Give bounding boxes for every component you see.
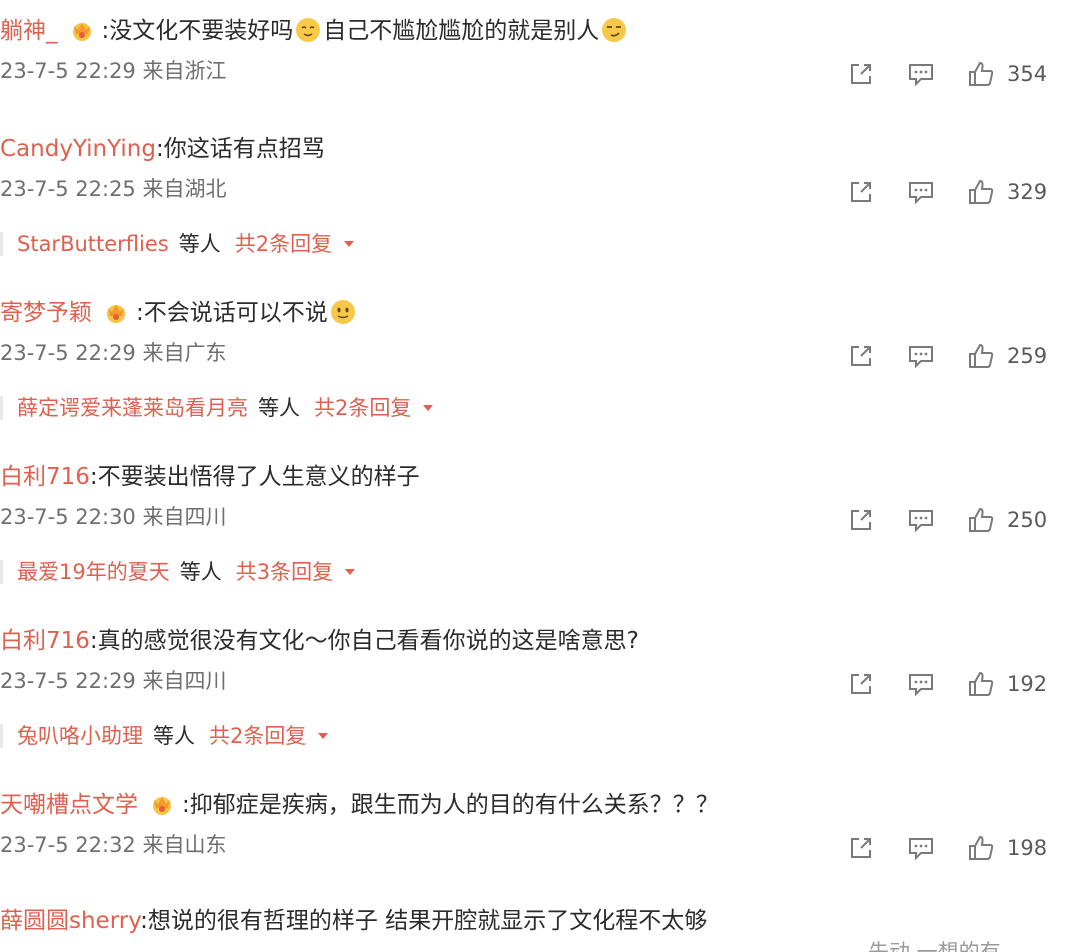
comment-actions: 192 <box>0 670 1080 700</box>
crown-badge-icon <box>153 797 171 815</box>
share-icon[interactable] <box>847 60 875 88</box>
comment-separator: : <box>155 136 164 162</box>
comment-actions: 354 <box>0 60 1080 90</box>
comment-separator: : <box>89 628 98 654</box>
comment-username[interactable]: 天嘲槽点文学 <box>0 792 138 818</box>
sub-replies-link[interactable]: 薛定谔爱来蓬莱岛看月亮 等人 共2条回复 <box>0 394 435 422</box>
reply-etc: 等人 <box>258 396 300 420</box>
share-icon[interactable] <box>847 342 875 370</box>
thumbs-up-icon[interactable] <box>967 506 995 534</box>
crown-badge-icon <box>72 23 91 41</box>
comment-text: 不要装出悟得了人生意义的样子 <box>97 464 420 490</box>
comment-list: 躺神_:没文化不要装好吗 自己不尴尬尴尬的就是别人 23-7-5 22:29 来自… <box>0 0 1080 952</box>
comment-username[interactable]: CandyYinYing <box>0 136 156 162</box>
like-count[interactable]: 198 <box>1007 835 1047 861</box>
comment-separator: : <box>182 792 190 818</box>
comment-content-line: 天嘲槽点文学:抑郁症是疾病，跟生而为人的目的有什么关系？？？ <box>0 790 719 820</box>
share-icon[interactable] <box>847 178 875 206</box>
thumbs-up-icon[interactable] <box>967 60 995 88</box>
comment-text: 你这话有点招骂 <box>163 136 325 162</box>
caret-down-icon <box>318 733 329 739</box>
comment-text: 抑郁症是疾病，跟生而为人的目的有什么关系？？？ <box>189 792 719 818</box>
sweat-smile-emoji-icon <box>296 18 321 42</box>
reply-username[interactable]: 最爱19年的夏天 <box>17 560 170 584</box>
reply-count[interactable]: 共3条回复 <box>236 560 333 584</box>
comment-actions: 329 <box>0 178 1080 208</box>
comment-content-line: CandyYinYing:你这话有点招骂 <box>0 134 325 164</box>
reply-count[interactable]: 共2条回复 <box>209 724 306 748</box>
like-count[interactable]: 250 <box>1007 507 1047 533</box>
comment-text: 想说的很有哲理的样子 结果开腔就显示了文化程不太够 <box>147 908 708 934</box>
comment-content-line: 薛圆圆sherry:想说的很有哲理的样子 结果开腔就显示了文化程不太够 <box>0 906 707 936</box>
reply-count[interactable]: 共2条回复 <box>314 396 411 420</box>
sub-replies-link[interactable]: StarButterflies 等人 共2条回复 <box>0 230 356 258</box>
like-count[interactable]: 259 <box>1007 343 1047 369</box>
comment-icon[interactable] <box>907 342 935 370</box>
comment-icon[interactable] <box>907 834 935 862</box>
reply-username[interactable]: StarButterflies <box>17 232 169 256</box>
reply-etc: 等人 <box>153 724 195 748</box>
caret-down-icon <box>423 405 434 411</box>
comment-username[interactable]: 白利716 <box>0 628 90 654</box>
share-icon[interactable] <box>847 670 875 698</box>
comment-actions: 198 <box>0 834 1080 864</box>
thumbs-up-icon[interactable] <box>967 834 995 862</box>
comment-text: 真的感觉很没有文化～你自己看看你说的这是啥意思? <box>97 628 639 654</box>
comment-icon[interactable] <box>907 60 935 88</box>
sub-replies-link[interactable]: 最爱19年的夏天 等人 共3条回复 <box>0 558 357 586</box>
thumbs-up-icon[interactable] <box>967 670 995 698</box>
reply-divider <box>0 724 3 748</box>
caret-down-icon <box>344 241 355 247</box>
thumbs-up-icon[interactable] <box>967 178 995 206</box>
reply-etc: 等人 <box>178 232 221 256</box>
comment-content-line: 白利716:真的感觉很没有文化～你自己看看你说的这是啥意思? <box>0 626 639 656</box>
comment-actions: 250 <box>0 506 1080 536</box>
like-count[interactable]: 192 <box>1007 671 1047 697</box>
share-icon[interactable] <box>847 506 875 534</box>
like-count[interactable]: 354 <box>1007 61 1047 87</box>
comment-separator: : <box>140 908 148 934</box>
reply-divider <box>0 232 3 256</box>
caret-down-icon <box>345 569 356 575</box>
comment-username[interactable]: 躺神_ <box>0 18 58 44</box>
like-count[interactable]: 329 <box>1007 179 1047 205</box>
comment-content-line: 躺神_:没文化不要装好吗 自己不尴尬尴尬的就是别人 <box>0 16 629 46</box>
smile-emoji-icon <box>330 300 355 324</box>
comment-icon[interactable] <box>907 670 935 698</box>
crown-badge-icon <box>107 305 125 323</box>
comment-icon[interactable] <box>907 178 935 206</box>
reply-etc: 等人 <box>179 560 222 584</box>
thumbs-up-icon[interactable] <box>967 342 995 370</box>
comment-icon[interactable] <box>907 506 935 534</box>
sub-replies-link[interactable]: 兔叭咯小助理 等人 共2条回复 <box>0 722 330 750</box>
comment-separator: : <box>89 464 98 490</box>
reply-count[interactable]: 共2条回复 <box>235 232 332 256</box>
reply-divider <box>0 396 3 420</box>
comment-username[interactable]: 寄梦予颖 <box>0 300 92 326</box>
reply-divider <box>0 560 3 584</box>
comment-content-line: 白利716:不要装出悟得了人生意义的样子 <box>0 462 420 492</box>
comment-text: 没文化不要装好吗 <box>109 18 294 44</box>
comment-text-continued: 自己不尴尬尴尬的就是别人 <box>323 18 600 44</box>
partial-overlay-text: 先动 一想的有 <box>868 940 1001 952</box>
smirk-emoji-icon <box>602 18 627 42</box>
comment-text: 不会说话可以不说 <box>143 300 328 326</box>
comment-username[interactable]: 薛圆圆sherry <box>0 908 140 934</box>
reply-username[interactable]: 兔叭咯小助理 <box>17 724 143 748</box>
reply-username[interactable]: 薛定谔爱来蓬莱岛看月亮 <box>17 396 248 420</box>
comment-username[interactable]: 白利716 <box>0 464 90 490</box>
comment-separator: : <box>136 300 144 326</box>
comment-actions: 259 <box>0 342 1080 372</box>
comment-content-line: 寄梦予颖:不会说话可以不说 <box>0 298 358 328</box>
share-icon[interactable] <box>847 834 875 862</box>
